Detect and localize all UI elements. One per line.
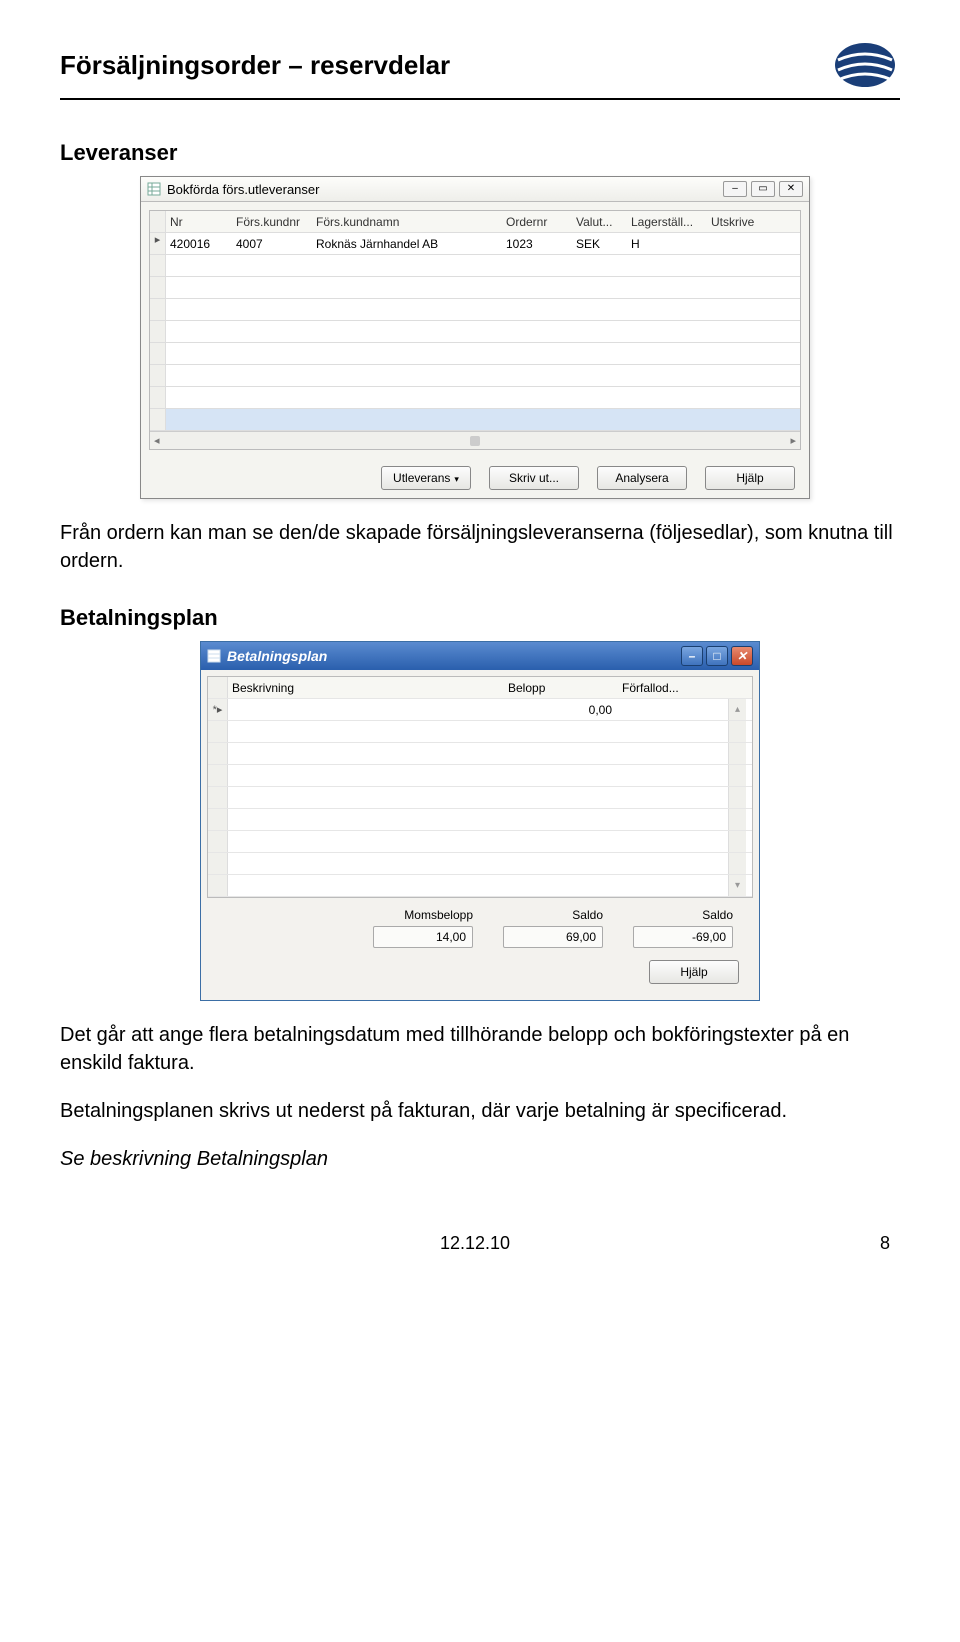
- horizontal-scrollbar[interactable]: ◂ ▸: [150, 431, 800, 449]
- col-belopp[interactable]: Belopp: [508, 681, 618, 695]
- utleverans-button[interactable]: Utleverans▾: [381, 466, 471, 490]
- table-row[interactable]: [208, 787, 752, 809]
- scroll-right-icon[interactable]: ▸: [790, 434, 796, 447]
- cell-belopp: 0,00: [508, 703, 618, 717]
- section-betalningsplan-title: Betalningsplan: [60, 605, 900, 631]
- page-title: Försäljningsorder – reservdelar: [60, 50, 450, 81]
- table-row[interactable]: [150, 255, 800, 277]
- label-momsbelopp: Momsbelopp: [373, 908, 473, 922]
- cell-kundnamn: Roknäs Järnhandel AB: [316, 237, 506, 251]
- hjalp-button[interactable]: Hjälp: [649, 960, 739, 984]
- analysera-button[interactable]: Analysera: [597, 466, 687, 490]
- col-kundnamn[interactable]: Förs.kundnamn: [316, 215, 506, 229]
- scroll-down-icon[interactable]: ▾: [728, 875, 746, 896]
- grid-header: Beskrivning Belopp Förfallod...: [208, 677, 752, 699]
- table-row[interactable]: *▸ 0,00 ▴: [208, 699, 752, 721]
- col-utskr[interactable]: Utskrive: [711, 215, 771, 229]
- cell-ordernr: 1023: [506, 237, 576, 251]
- table-row[interactable]: ▸ 420016 4007 Roknäs Järnhandel AB 1023 …: [150, 233, 800, 255]
- col-kundnr[interactable]: Förs.kundnr: [236, 215, 316, 229]
- table-row[interactable]: [208, 721, 752, 743]
- table-row[interactable]: [208, 853, 752, 875]
- scroll-thumb[interactable]: [470, 436, 480, 446]
- summary-labels: Momsbelopp Saldo Saldo: [207, 898, 753, 926]
- close-button[interactable]: ✕: [779, 181, 803, 197]
- cell-nr: 420016: [166, 237, 236, 251]
- col-forfallod[interactable]: Förfallod...: [618, 681, 728, 695]
- value-saldo: 69,00: [503, 926, 603, 948]
- col-lager[interactable]: Lagerställ...: [631, 215, 711, 229]
- leveranser-text: Från ordern kan man se den/de skapade fö…: [60, 519, 900, 575]
- table-row[interactable]: [208, 809, 752, 831]
- cell-valut: SEK: [576, 237, 631, 251]
- grid-icon: [207, 649, 221, 663]
- betalningsplan-grid: Beskrivning Belopp Förfallod... *▸ 0,00 …: [207, 676, 753, 898]
- scroll-up-icon[interactable]: ▴: [728, 699, 746, 720]
- titlebar: Bokförda förs.utleveranser – ▭ ✕: [141, 177, 809, 202]
- label-saldo: Saldo: [503, 908, 603, 922]
- new-row-icon: *▸: [208, 699, 228, 720]
- window-title: Bokförda förs.utleveranser: [167, 182, 319, 197]
- table-row[interactable]: [208, 743, 752, 765]
- window-betalningsplan: Betalningsplan – □ ✕ Beskrivning Belopp …: [200, 641, 760, 1001]
- maximize-button[interactable]: ▭: [751, 181, 775, 197]
- table-row[interactable]: [150, 365, 800, 387]
- chevron-down-icon: ▾: [454, 474, 459, 484]
- footer-page: 8: [880, 1233, 890, 1254]
- betalningsplan-p1: Det går att ange flera betalningsdatum m…: [60, 1021, 900, 1077]
- close-button[interactable]: ✕: [731, 646, 753, 666]
- value-saldo: -69,00: [633, 926, 733, 948]
- summary-values: 14,00 69,00 -69,00: [207, 926, 753, 956]
- col-ordernr[interactable]: Ordernr: [506, 215, 576, 229]
- window-title: Betalningsplan: [227, 648, 327, 664]
- scroll-left-icon[interactable]: ◂: [154, 434, 160, 447]
- cell-kundnr: 4007: [236, 237, 316, 251]
- table-row[interactable]: ▾: [208, 875, 752, 897]
- cell-lager: H: [631, 237, 711, 251]
- logo-icon: [830, 40, 900, 90]
- minimize-button[interactable]: –: [681, 646, 703, 666]
- page-header: Försäljningsorder – reservdelar: [60, 40, 900, 100]
- skriv-ut-button[interactable]: Skriv ut...: [489, 466, 579, 490]
- section-leveranser-title: Leveranser: [60, 140, 900, 166]
- table-row[interactable]: [150, 343, 800, 365]
- label-saldo: Saldo: [633, 908, 733, 922]
- footer-date: 12.12.10: [440, 1233, 510, 1254]
- hjalp-button[interactable]: Hjälp: [705, 466, 795, 490]
- value-momsbelopp: 14,00: [373, 926, 473, 948]
- row-selector-icon: ▸: [150, 233, 166, 254]
- table-row[interactable]: [150, 299, 800, 321]
- betalningsplan-see-also: Se beskrivning Betalningsplan: [60, 1145, 900, 1173]
- window-bokforda-leveranser: Bokförda förs.utleveranser – ▭ ✕ Nr Förs…: [140, 176, 810, 499]
- table-row[interactable]: [150, 387, 800, 409]
- maximize-button[interactable]: □: [706, 646, 728, 666]
- table-row[interactable]: [208, 765, 752, 787]
- leveranser-grid: Nr Förs.kundnr Förs.kundnamn Ordernr Val…: [149, 210, 801, 450]
- table-row[interactable]: [150, 409, 800, 431]
- grid-header: Nr Förs.kundnr Förs.kundnamn Ordernr Val…: [150, 211, 800, 233]
- table-row[interactable]: [150, 277, 800, 299]
- col-beskrivning[interactable]: Beskrivning: [228, 681, 508, 695]
- col-nr[interactable]: Nr: [166, 215, 236, 229]
- grid-icon: [147, 182, 161, 196]
- table-row[interactable]: [150, 321, 800, 343]
- table-row[interactable]: [208, 831, 752, 853]
- betalningsplan-p2: Betalningsplanen skrivs ut nederst på fa…: [60, 1097, 900, 1125]
- page-footer: 12.12.10 8: [60, 1233, 900, 1254]
- titlebar: Betalningsplan – □ ✕: [201, 642, 759, 670]
- minimize-button[interactable]: –: [723, 181, 747, 197]
- col-valut[interactable]: Valut...: [576, 215, 631, 229]
